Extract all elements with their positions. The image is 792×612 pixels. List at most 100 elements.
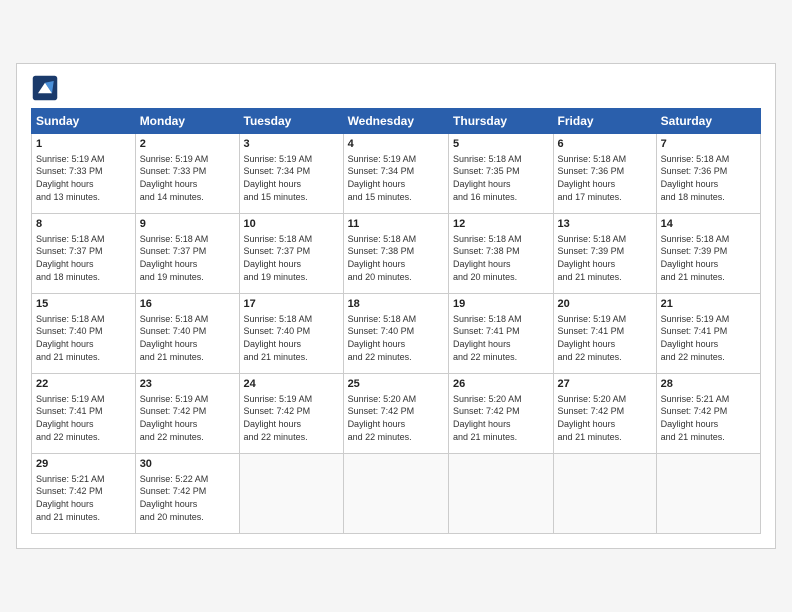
calendar-grid: SundayMondayTuesdayWednesdayThursdayFrid…: [31, 108, 761, 534]
calendar-cell: 21 Sunrise: 5:19 AM Sunset: 7:41 PM Dayl…: [656, 294, 760, 374]
week-row-1: 1 Sunrise: 5:19 AM Sunset: 7:33 PM Dayli…: [32, 134, 761, 214]
day-number: 2: [140, 137, 235, 152]
calendar-cell: 14 Sunrise: 5:18 AM Sunset: 7:39 PM Dayl…: [656, 214, 760, 294]
calendar-cell: 19 Sunrise: 5:18 AM Sunset: 7:41 PM Dayl…: [449, 294, 554, 374]
calendar-cell: 27 Sunrise: 5:20 AM Sunset: 7:42 PM Dayl…: [553, 374, 656, 454]
calendar-cell: 23 Sunrise: 5:19 AM Sunset: 7:42 PM Dayl…: [135, 374, 239, 454]
calendar-cell: 17 Sunrise: 5:18 AM Sunset: 7:40 PM Dayl…: [239, 294, 343, 374]
day-number: 23: [140, 377, 235, 392]
day-info: Sunrise: 5:20 AM Sunset: 7:42 PM Dayligh…: [453, 393, 549, 443]
day-info: Sunrise: 5:18 AM Sunset: 7:40 PM Dayligh…: [348, 313, 444, 363]
day-info: Sunrise: 5:18 AM Sunset: 7:41 PM Dayligh…: [453, 313, 549, 363]
day-number: 16: [140, 297, 235, 312]
calendar-cell: 24 Sunrise: 5:19 AM Sunset: 7:42 PM Dayl…: [239, 374, 343, 454]
week-row-3: 15 Sunrise: 5:18 AM Sunset: 7:40 PM Dayl…: [32, 294, 761, 374]
calendar-cell: 22 Sunrise: 5:19 AM Sunset: 7:41 PM Dayl…: [32, 374, 136, 454]
calendar-cell: 5 Sunrise: 5:18 AM Sunset: 7:35 PM Dayli…: [449, 134, 554, 214]
day-info: Sunrise: 5:21 AM Sunset: 7:42 PM Dayligh…: [661, 393, 756, 443]
day-info: Sunrise: 5:20 AM Sunset: 7:42 PM Dayligh…: [348, 393, 444, 443]
day-number: 17: [244, 297, 339, 312]
day-number: 27: [558, 377, 652, 392]
day-number: 22: [36, 377, 131, 392]
day-number: 5: [453, 137, 549, 152]
day-number: 6: [558, 137, 652, 152]
day-info: Sunrise: 5:18 AM Sunset: 7:40 PM Dayligh…: [36, 313, 131, 363]
weekday-header-tuesday: Tuesday: [239, 109, 343, 134]
day-info: Sunrise: 5:19 AM Sunset: 7:41 PM Dayligh…: [661, 313, 756, 363]
weekday-header-thursday: Thursday: [449, 109, 554, 134]
day-info: Sunrise: 5:19 AM Sunset: 7:42 PM Dayligh…: [244, 393, 339, 443]
day-info: Sunrise: 5:19 AM Sunset: 7:41 PM Dayligh…: [558, 313, 652, 363]
calendar-cell: [449, 454, 554, 534]
day-number: 25: [348, 377, 444, 392]
day-number: 19: [453, 297, 549, 312]
weekday-header-row: SundayMondayTuesdayWednesdayThursdayFrid…: [32, 109, 761, 134]
day-info: Sunrise: 5:18 AM Sunset: 7:36 PM Dayligh…: [558, 153, 652, 203]
day-number: 9: [140, 217, 235, 232]
calendar-cell: [343, 454, 448, 534]
day-number: 26: [453, 377, 549, 392]
day-number: 14: [661, 217, 756, 232]
day-number: 15: [36, 297, 131, 312]
week-row-2: 8 Sunrise: 5:18 AM Sunset: 7:37 PM Dayli…: [32, 214, 761, 294]
day-number: 12: [453, 217, 549, 232]
day-info: Sunrise: 5:19 AM Sunset: 7:34 PM Dayligh…: [348, 153, 444, 203]
day-info: Sunrise: 5:18 AM Sunset: 7:35 PM Dayligh…: [453, 153, 549, 203]
day-info: Sunrise: 5:18 AM Sunset: 7:40 PM Dayligh…: [140, 313, 235, 363]
calendar-cell: 20 Sunrise: 5:19 AM Sunset: 7:41 PM Dayl…: [553, 294, 656, 374]
day-info: Sunrise: 5:19 AM Sunset: 7:33 PM Dayligh…: [36, 153, 131, 203]
day-number: 10: [244, 217, 339, 232]
calendar-cell: 12 Sunrise: 5:18 AM Sunset: 7:38 PM Dayl…: [449, 214, 554, 294]
day-info: Sunrise: 5:18 AM Sunset: 7:37 PM Dayligh…: [140, 233, 235, 283]
calendar-cell: [656, 454, 760, 534]
calendar-cell: 29 Sunrise: 5:21 AM Sunset: 7:42 PM Dayl…: [32, 454, 136, 534]
weekday-header-wednesday: Wednesday: [343, 109, 448, 134]
day-number: 18: [348, 297, 444, 312]
day-info: Sunrise: 5:18 AM Sunset: 7:37 PM Dayligh…: [36, 233, 131, 283]
weekday-header-sunday: Sunday: [32, 109, 136, 134]
weekday-header-friday: Friday: [553, 109, 656, 134]
calendar-cell: 13 Sunrise: 5:18 AM Sunset: 7:39 PM Dayl…: [553, 214, 656, 294]
day-info: Sunrise: 5:19 AM Sunset: 7:34 PM Dayligh…: [244, 153, 339, 203]
calendar-cell: 15 Sunrise: 5:18 AM Sunset: 7:40 PM Dayl…: [32, 294, 136, 374]
calendar-cell: 8 Sunrise: 5:18 AM Sunset: 7:37 PM Dayli…: [32, 214, 136, 294]
logo-icon: [31, 74, 59, 102]
calendar-cell: 25 Sunrise: 5:20 AM Sunset: 7:42 PM Dayl…: [343, 374, 448, 454]
calendar-cell: 28 Sunrise: 5:21 AM Sunset: 7:42 PM Dayl…: [656, 374, 760, 454]
calendar-cell: [239, 454, 343, 534]
day-info: Sunrise: 5:18 AM Sunset: 7:40 PM Dayligh…: [244, 313, 339, 363]
day-number: 3: [244, 137, 339, 152]
logo: [31, 74, 63, 102]
calendar-cell: 18 Sunrise: 5:18 AM Sunset: 7:40 PM Dayl…: [343, 294, 448, 374]
day-number: 4: [348, 137, 444, 152]
weekday-header-saturday: Saturday: [656, 109, 760, 134]
day-info: Sunrise: 5:18 AM Sunset: 7:38 PM Dayligh…: [348, 233, 444, 283]
day-number: 8: [36, 217, 131, 232]
week-row-4: 22 Sunrise: 5:19 AM Sunset: 7:41 PM Dayl…: [32, 374, 761, 454]
calendar-cell: 4 Sunrise: 5:19 AM Sunset: 7:34 PM Dayli…: [343, 134, 448, 214]
day-info: Sunrise: 5:18 AM Sunset: 7:39 PM Dayligh…: [661, 233, 756, 283]
day-info: Sunrise: 5:22 AM Sunset: 7:42 PM Dayligh…: [140, 473, 235, 523]
day-info: Sunrise: 5:19 AM Sunset: 7:42 PM Dayligh…: [140, 393, 235, 443]
day-number: 21: [661, 297, 756, 312]
calendar-cell: [553, 454, 656, 534]
day-info: Sunrise: 5:20 AM Sunset: 7:42 PM Dayligh…: [558, 393, 652, 443]
day-info: Sunrise: 5:19 AM Sunset: 7:33 PM Dayligh…: [140, 153, 235, 203]
day-number: 7: [661, 137, 756, 152]
day-info: Sunrise: 5:18 AM Sunset: 7:39 PM Dayligh…: [558, 233, 652, 283]
calendar-cell: 30 Sunrise: 5:22 AM Sunset: 7:42 PM Dayl…: [135, 454, 239, 534]
calendar-cell: 16 Sunrise: 5:18 AM Sunset: 7:40 PM Dayl…: [135, 294, 239, 374]
weekday-header-monday: Monday: [135, 109, 239, 134]
calendar-cell: 9 Sunrise: 5:18 AM Sunset: 7:37 PM Dayli…: [135, 214, 239, 294]
calendar-cell: 10 Sunrise: 5:18 AM Sunset: 7:37 PM Dayl…: [239, 214, 343, 294]
day-info: Sunrise: 5:18 AM Sunset: 7:38 PM Dayligh…: [453, 233, 549, 283]
calendar-cell: 7 Sunrise: 5:18 AM Sunset: 7:36 PM Dayli…: [656, 134, 760, 214]
week-row-5: 29 Sunrise: 5:21 AM Sunset: 7:42 PM Dayl…: [32, 454, 761, 534]
day-number: 28: [661, 377, 756, 392]
calendar-container: SundayMondayTuesdayWednesdayThursdayFrid…: [16, 63, 776, 549]
calendar-cell: 3 Sunrise: 5:19 AM Sunset: 7:34 PM Dayli…: [239, 134, 343, 214]
day-info: Sunrise: 5:21 AM Sunset: 7:42 PM Dayligh…: [36, 473, 131, 523]
calendar-cell: 26 Sunrise: 5:20 AM Sunset: 7:42 PM Dayl…: [449, 374, 554, 454]
calendar-cell: 6 Sunrise: 5:18 AM Sunset: 7:36 PM Dayli…: [553, 134, 656, 214]
calendar-cell: 11 Sunrise: 5:18 AM Sunset: 7:38 PM Dayl…: [343, 214, 448, 294]
